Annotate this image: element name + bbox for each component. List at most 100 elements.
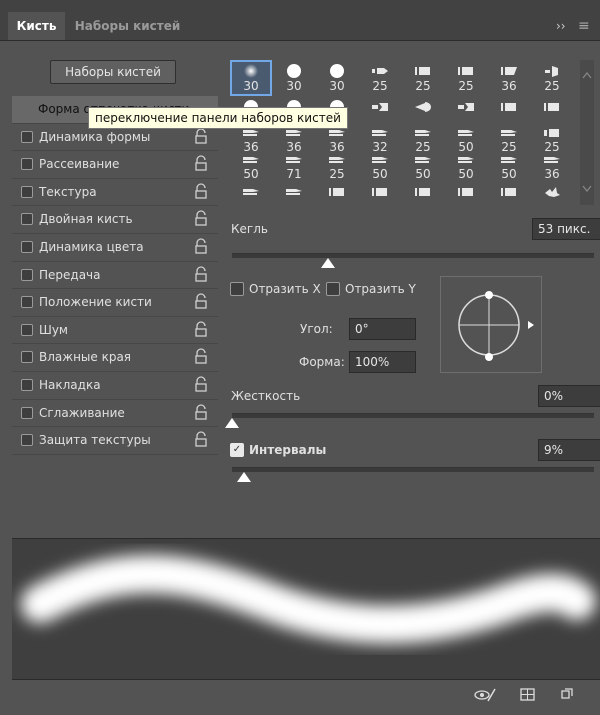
brush-tip-preset[interactable] [531,181,573,217]
new-brush-icon[interactable] [558,686,576,704]
tab-brush-sets[interactable]: Наборы кистей [70,12,185,40]
brush-tip-preset[interactable]: 30 [273,60,315,96]
brush-tip-preset[interactable]: 36 [488,60,530,96]
brush-tip-size: 25 [329,167,345,181]
brush-option-4[interactable]: Двойная кисть [12,206,218,234]
lock-icon[interactable] [194,348,208,364]
hardness-input[interactable]: 0% [538,385,600,407]
grid-icon[interactable] [519,686,537,704]
brush-option-checkbox[interactable] [21,434,33,447]
lock-icon[interactable] [194,210,208,227]
brush-option-10[interactable]: Накладка [12,372,218,400]
brush-tip-preset[interactable]: 30 [230,60,272,96]
brush-tip-preset[interactable]: 25 [531,60,573,96]
spacing-input[interactable]: 9% [538,439,600,461]
size-input[interactable]: 53 пикс. [532,218,600,240]
brush-grid-scrollbar[interactable] [580,60,594,205]
lock-icon[interactable] [194,155,208,171]
lock-icon[interactable] [194,403,208,420]
flat-tip-icon [413,185,433,199]
brush-option-checkbox[interactable] [21,268,33,281]
chisel-tip-icon [499,126,519,140]
flat-tip-icon [542,100,562,114]
hard-round-icon [327,64,347,78]
brush-option-label: Защита текстуры [39,433,151,448]
stroke-preview-image [21,555,596,644]
brush-option-3[interactable]: Текстура [12,179,218,207]
brush-tip-preset[interactable] [316,181,358,217]
brush-option-5[interactable]: Динамика цвета [12,234,218,262]
spacing-slider-track[interactable] [232,467,594,472]
angle-roundness-widget[interactable] [440,276,542,373]
brush-option-checkbox[interactable] [21,158,33,171]
brush-option-7[interactable]: Положение кисти [12,289,218,317]
flat-tip-icon [499,100,519,114]
roundness-input[interactable]: 100% [349,351,416,373]
size-slider-thumb[interactable] [321,258,336,268]
brush-option-label: Динамика формы [39,129,151,144]
brush-tip-preset[interactable]: 25 [359,60,401,96]
spacing-label: Интервалы [249,443,327,457]
lock-icon[interactable] [194,238,208,254]
brush-option-checkbox[interactable] [21,185,33,198]
brush-tip-preset[interactable] [402,181,444,217]
brush-tip-preset[interactable] [445,181,487,217]
angled-tip-icon [499,64,519,78]
bottom-toolbar [0,680,600,715]
brush-option-9[interactable]: Влажные края [12,344,218,372]
lock-icon[interactable] [194,265,208,282]
chisel-tip-icon [456,153,476,167]
brush-option-checkbox[interactable] [21,213,33,226]
lock-icon[interactable] [194,127,208,144]
brush-tip-preset[interactable] [359,181,401,217]
brush-option-checkbox[interactable] [21,130,33,143]
panel-expand-button[interactable]: ›› [556,12,566,40]
brush-tip-size: 50 [372,167,388,181]
spacing-slider-thumb[interactable] [236,472,251,482]
brush-option-checkbox[interactable] [21,240,33,253]
flip-x-checkbox[interactable] [230,282,244,296]
brush-option-checkbox[interactable] [21,378,33,391]
brush-tip-size: 25 [372,79,388,93]
lock-icon[interactable] [194,376,208,392]
brush-option-checkbox[interactable] [21,296,33,309]
brush-option-checkbox[interactable] [21,406,33,419]
eye-brush-icon[interactable] [474,686,496,704]
flat-tip-icon [499,185,519,199]
brush-option-checkbox[interactable] [21,351,33,364]
brush-option-11[interactable]: Сглаживание [12,400,218,428]
brush-tip-preset[interactable]: 30 [316,60,358,96]
roundness-label: Форма: [299,355,345,369]
brush-tip-size: 30 [243,79,259,93]
flat-tip-icon [413,64,433,78]
brush-option-label: Двойная кисть [39,212,133,227]
tab-brush[interactable]: Кисть [8,12,65,40]
brush-option-2[interactable]: Рассеивание [12,151,218,179]
brush-tip-preset[interactable] [488,181,530,217]
brush-option-8[interactable]: Шум [12,317,218,345]
lock-icon[interactable] [194,431,208,447]
flat-tip-icon [370,185,390,199]
brush-sets-button[interactable]: Наборы кистей [50,60,176,84]
angle-input[interactable]: 0° [349,318,416,340]
brush-tip-preset[interactable] [273,181,315,217]
brush-tip-preset[interactable] [230,181,272,217]
hardness-slider-track[interactable] [232,413,594,418]
brush-tip-preset[interactable]: 25 [402,60,444,96]
lock-icon[interactable] [194,293,208,309]
brush-option-6[interactable]: Передача [12,262,218,290]
panel-menu-icon[interactable]: ≡ [578,12,590,40]
spacing-checkbox[interactable]: ✓ [230,443,244,457]
brush-tip-preset[interactable]: 25 [445,60,487,96]
flip-y-checkbox[interactable] [326,282,340,296]
lock-icon[interactable] [194,183,208,199]
size-slider-track[interactable] [232,253,594,258]
brush-option-checkbox[interactable] [21,323,33,336]
chisel-tip-icon [542,153,562,167]
brush-option-label: Передача [39,267,101,282]
hardness-slider-thumb[interactable] [225,418,239,428]
lock-icon[interactable] [194,321,208,337]
brush-option-12[interactable]: Защита текстуры [12,427,218,455]
brush-tip-size: 50 [501,167,517,181]
flip-x-label: Отразить X [249,282,321,296]
